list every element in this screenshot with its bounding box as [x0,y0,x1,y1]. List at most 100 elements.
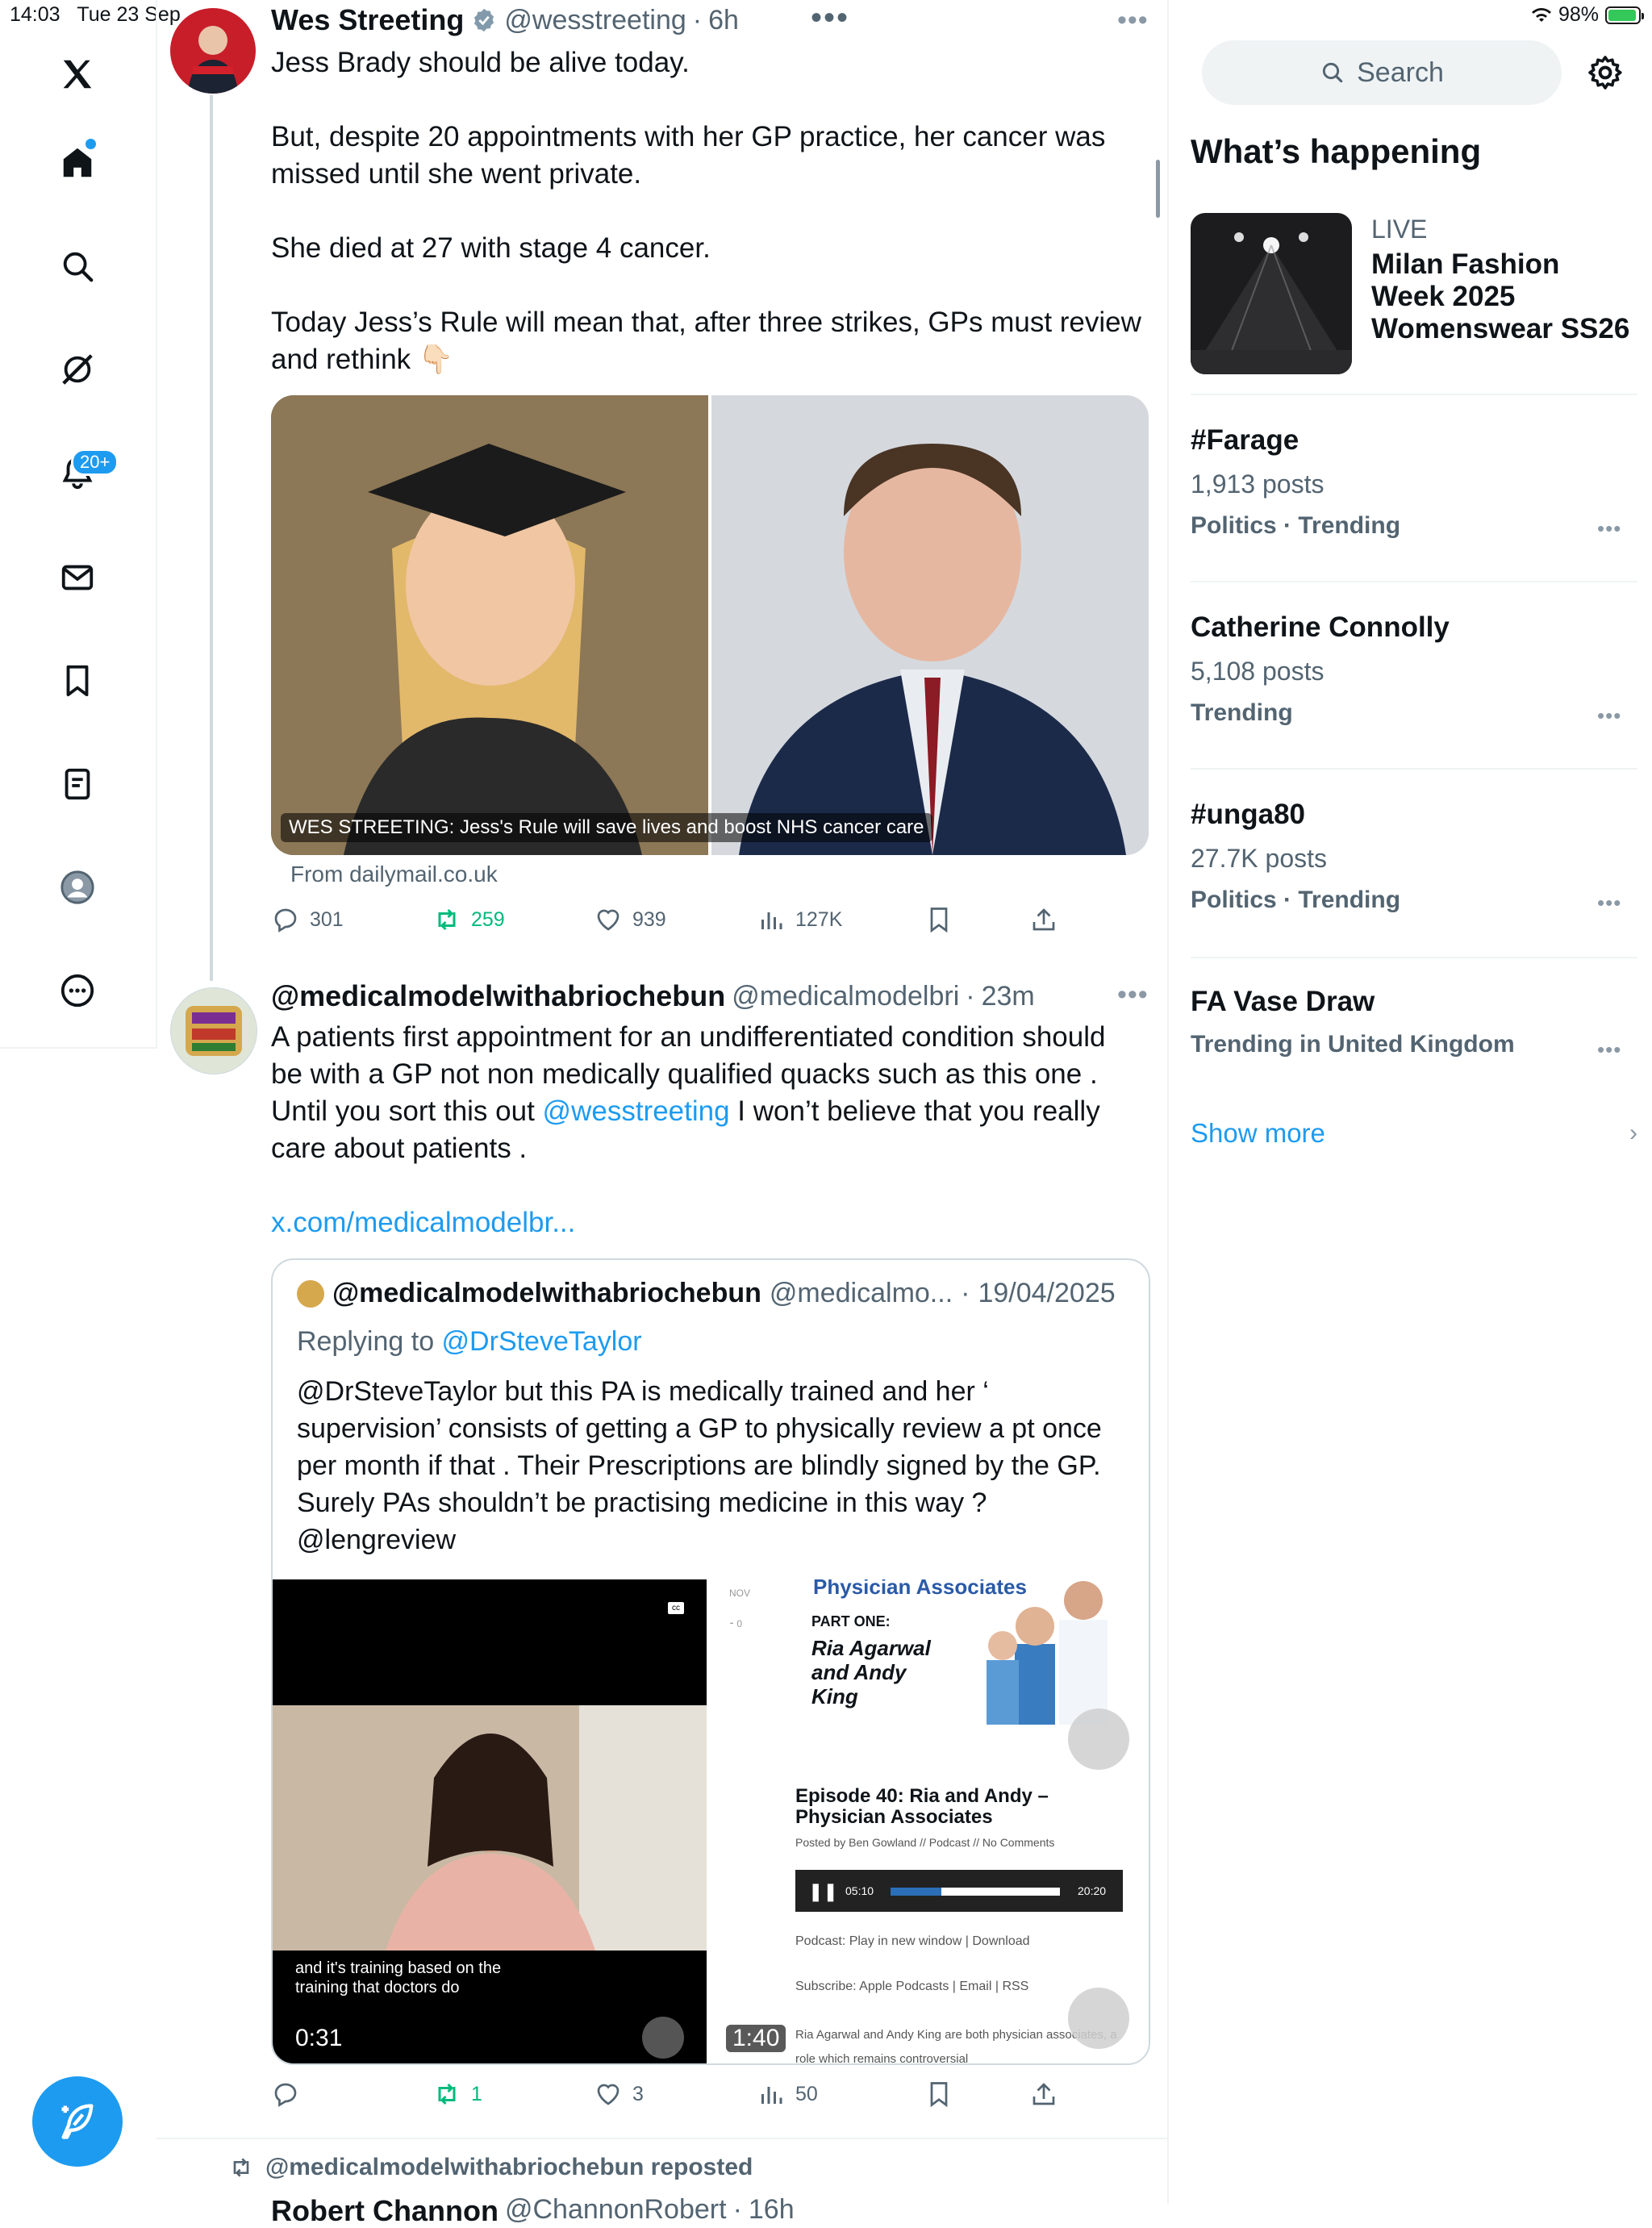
reply-icon [274,2083,297,2107]
views-icon [761,2087,782,2104]
card-caption: WES STREETING: Jess's Rule will save liv… [281,813,932,842]
share-icon [1032,908,1055,931]
chevron-right-icon: › [1629,1120,1637,1146]
timeline: ••• Wes Streeting @wesstreeting · 6h •••… [156,0,1169,2227]
trend-more-icon[interactable]: ••• [1597,1037,1621,1062]
settings-gear-icon[interactable] [1586,53,1625,96]
external-link[interactable]: x.com/medicalmodelbr... [271,1204,1142,1241]
wifi-icon [1531,7,1551,22]
thread-line [210,95,213,981]
heart-icon [597,909,620,931]
verified-badge-icon [474,8,494,32]
share-button[interactable] [1029,905,1058,934]
whats-happening-heading: What’s happening [1191,132,1482,170]
video-control-icon[interactable] [642,2017,684,2059]
tweet-header: Wes Streeting @wesstreeting · 6h [271,3,739,37]
grok-icon[interactable] [53,345,102,394]
sidebar-divider [1191,957,1637,958]
feather-icon [61,2104,94,2139]
trend-item[interactable]: #Farage 1,913 posts Politics · Trending [1191,424,1637,540]
quote-header: @medicalmodelwithabriochebun @medicalmo.… [297,1278,1116,1309]
mention-link[interactable]: @wesstreeting [543,1095,730,1127]
reply-button[interactable]: 301 [271,905,344,934]
search-icon[interactable] [53,242,102,290]
share-icon [1032,2083,1055,2105]
battery-percent: 98% [1558,3,1599,26]
tweet-time[interactable]: 6h [708,5,739,36]
next-tweet-header: Robert Channon @ChannonRobert · 16h [271,2194,795,2227]
bookmark-button[interactable] [924,905,953,934]
home-notification-dot [86,139,96,149]
trend-item[interactable]: Catherine Connolly 5,108 posts Trending [1191,611,1637,727]
repost-button[interactable]: 259 [432,905,505,934]
author-handle[interactable]: @medicalmodelbri [732,981,959,1012]
quote-tweet[interactable]: @medicalmodelwithabriochebun @medicalmo.… [271,1258,1150,2065]
bookmark-icon [930,2082,948,2108]
bookmarks-icon[interactable] [53,657,102,705]
search-icon [1322,62,1343,83]
link-card[interactable]: WES STREETING: Jess's Rule will save liv… [271,395,1149,855]
trend-item[interactable]: FA Vase Draw Trending in United Kingdom [1191,986,1637,1058]
tweet-more-icon[interactable]: ••• [1117,979,1149,1011]
trend-more-icon[interactable]: ••• [1597,703,1621,728]
tweet-header: @medicalmodelwithabriochebun @medicalmod… [271,979,1035,1013]
scrollbar[interactable] [1156,160,1160,218]
live-event-image[interactable] [1191,213,1352,374]
notifications-badge: 20+ [71,449,119,476]
video-subtitle: and it's training based on the training … [295,1959,502,1996]
bookmark-button[interactable] [924,2080,953,2109]
author-name[interactable]: Wes Streeting [271,3,464,37]
repost-context[interactable]: @medicalmodelwithabriochebun reposted [228,2154,753,2181]
podcast-progress[interactable] [891,1888,1060,1896]
author-name[interactable]: @medicalmodelwithabriochebun [271,979,725,1013]
x-logo-icon[interactable] [53,50,102,98]
cc-icon[interactable]: cc [668,1602,684,1614]
repost-button[interactable]: 1 [432,2080,482,2109]
quote-text: @DrSteveTaylor but this PA is medically … [297,1376,1102,1555]
compose-button[interactable] [32,2076,123,2167]
reply-button[interactable] [271,2080,310,2109]
video-frame [273,1705,707,1951]
battery-icon [1605,6,1644,24]
trend-item[interactable]: #unga80 27.7K posts Politics · Trending [1191,799,1637,914]
reply-icon [274,908,297,933]
drag-handle[interactable]: ••• [811,0,849,36]
trend-more-icon[interactable]: ••• [1597,891,1621,916]
views-button[interactable]: 127K [757,905,842,934]
sidebar-divider [1191,768,1637,770]
sidebar-divider [1191,394,1637,395]
video-duration: 1:40 [726,2025,786,2052]
heart-icon [597,2084,620,2105]
search-bar[interactable]: Search [1202,40,1562,105]
repost-icon [438,908,456,931]
video-player[interactable]: cc and it's training based on the traini… [273,1579,707,2063]
tweet-divider [156,2138,1167,2139]
card-image [271,395,1149,855]
pause-icon[interactable]: ❚❚ [808,1881,838,1902]
messages-icon[interactable] [53,553,102,602]
author-handle[interactable]: @wesstreeting [504,5,686,36]
avatar[interactable] [170,8,256,94]
video-control-icon[interactable] [1068,1709,1129,1770]
trend-more-icon[interactable]: ••• [1597,516,1621,541]
quote-avatar [297,1279,324,1308]
like-button[interactable]: 3 [594,2080,644,2109]
more-icon[interactable] [53,966,102,1015]
tweet-time[interactable]: 23m [982,981,1035,1012]
avatar[interactable] [170,987,257,1074]
like-button[interactable]: 939 [594,905,666,934]
search-placeholder: Search [1357,56,1444,88]
left-nav: 20+ [0,0,157,1049]
profile-icon[interactable] [53,863,102,912]
views-button[interactable]: 50 [757,2080,818,2109]
podcast-player[interactable]: ❚❚ 05:10 20:20 [795,1870,1123,1912]
lists-icon[interactable] [53,760,102,808]
video-duration: 0:31 [295,2025,343,2051]
card-source[interactable]: From dailymail.co.uk [290,862,498,887]
show-more-link[interactable]: Show more › [1191,1118,1637,1149]
video-player[interactable]: Physician Associates NOV ⁃ 0 PART ONE: R… [710,1579,1149,2063]
live-title[interactable]: Milan Fashion Week 2025 Womenswear SS26 [1371,248,1637,345]
share-button[interactable] [1029,2080,1058,2109]
video-control-icon[interactable] [1068,1988,1129,2049]
tweet-more-icon[interactable]: ••• [1117,5,1149,36]
